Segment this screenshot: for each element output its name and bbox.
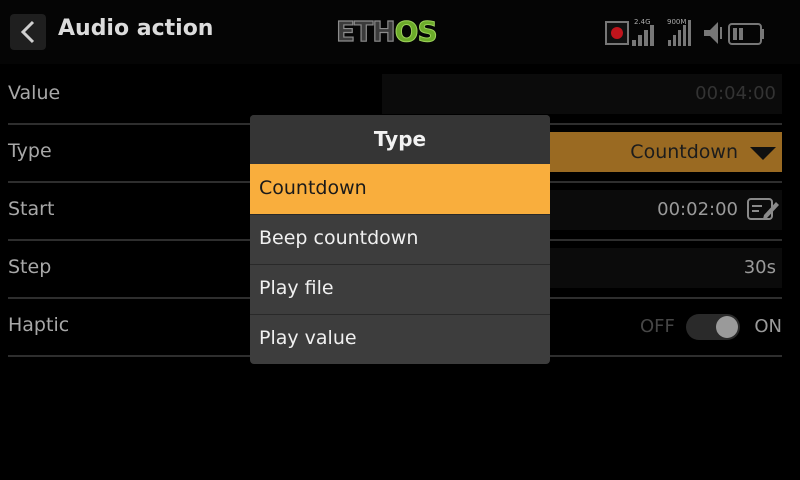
option-label: Beep countdown (259, 227, 419, 249)
edit-icon[interactable] (746, 197, 780, 223)
popup-title: Type (250, 115, 550, 164)
haptic-label: Haptic (8, 314, 70, 336)
option-beep-countdown[interactable]: Beep countdown (250, 214, 550, 264)
status-bar: 2.4G 900M (604, 16, 800, 50)
rx-label: 2.4G (634, 18, 651, 26)
type-popup: Type Countdown Beep countdown Play file … (250, 115, 550, 364)
header-bar: Audio action ETHOS 2.4G 900M (0, 0, 800, 64)
toggle-knob[interactable] (716, 316, 738, 338)
option-label: Countdown (259, 177, 367, 199)
record-icon (605, 21, 629, 45)
toggle-off-label: OFF (640, 316, 675, 337)
step-label: Step (8, 256, 52, 278)
option-countdown[interactable]: Countdown (250, 164, 550, 214)
dropdown-arrow-icon (750, 147, 776, 160)
start-value: 00:02:00 (657, 199, 738, 220)
toggle-track[interactable] (686, 314, 740, 340)
signal-strength-icon (632, 25, 654, 46)
step-value: 30s (743, 257, 776, 278)
type-value: Countdown (630, 141, 738, 163)
value-label: Value (8, 82, 61, 104)
speaker-icon (704, 22, 722, 44)
option-label: Play file (259, 277, 334, 299)
page-title: Audio action (58, 16, 214, 41)
value-value: 00:04:00 (695, 83, 776, 104)
option-play-value[interactable]: Play value (250, 314, 550, 364)
start-label: Start (8, 198, 55, 220)
toggle-on-label: ON (754, 316, 782, 337)
rx2-label: 900M (667, 18, 686, 26)
ethos-logo: ETHOS (335, 14, 438, 48)
haptic-toggle[interactable]: OFF ON (640, 312, 782, 342)
option-label: Play value (259, 327, 357, 349)
chevron-left-icon (20, 20, 35, 44)
back-button[interactable] (10, 14, 46, 50)
value-field[interactable]: 00:04:00 (382, 74, 782, 114)
type-label: Type (8, 140, 52, 162)
battery-icon (728, 23, 764, 45)
option-play-file[interactable]: Play file (250, 264, 550, 314)
